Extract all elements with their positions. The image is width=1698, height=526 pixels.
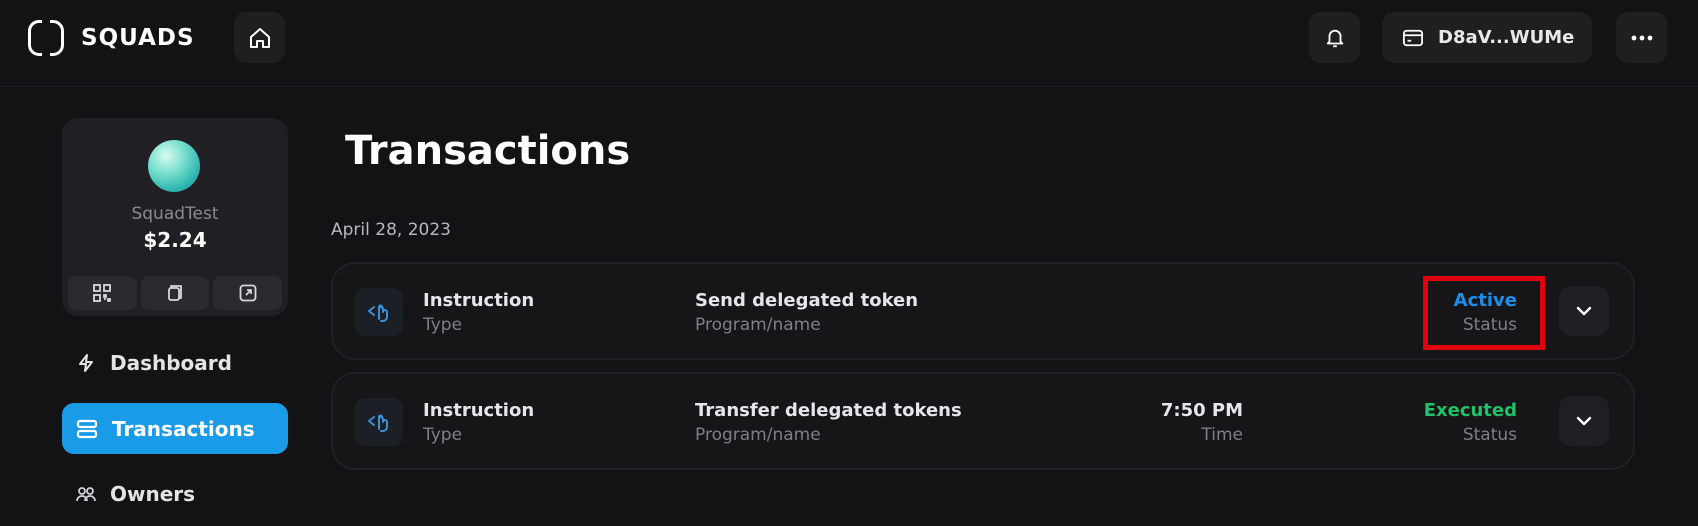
- more-options-button[interactable]: [1616, 12, 1667, 63]
- program-value: Send delegated token: [695, 290, 919, 311]
- time-value: 7:50 PM: [1160, 400, 1243, 421]
- qr-code-icon: [93, 284, 112, 302]
- sidebar-item-owners[interactable]: Owners: [62, 468, 288, 519]
- transaction-type: Instruction Type: [423, 400, 534, 448]
- instruction-icon-box: [355, 288, 403, 336]
- instruction-icon-box: [355, 398, 403, 446]
- transaction-status: Active Status: [1373, 290, 1517, 338]
- program-value: Transfer delegated tokens: [695, 400, 962, 421]
- sidebar-item-transactions[interactable]: Transactions: [62, 403, 288, 454]
- home-icon: [249, 27, 270, 48]
- type-value: Instruction: [423, 290, 535, 311]
- chevron-down-icon: [1576, 306, 1592, 316]
- status-value: Executed: [1423, 400, 1517, 421]
- time-label: Time: [1201, 425, 1243, 445]
- status-value: Active: [1453, 290, 1517, 311]
- expand-button[interactable]: [1559, 396, 1609, 446]
- transaction-program: Transfer delegated tokens Program/name: [695, 400, 962, 448]
- squad-avatar: [148, 140, 200, 192]
- bell-icon: [1326, 29, 1343, 47]
- status-label: Status: [1462, 315, 1517, 335]
- qr-code-button[interactable]: [68, 276, 137, 310]
- squads-logo-icon: [28, 20, 64, 56]
- external-link-button[interactable]: [213, 276, 283, 310]
- transaction-time: 7:50 PM Time: [1113, 400, 1243, 448]
- wallet-address: D8aV...WUMe: [1438, 27, 1575, 48]
- external-link-icon: [239, 284, 257, 302]
- copy-icon: [168, 285, 182, 301]
- wallet-icon: [1403, 29, 1423, 46]
- squad-card: SquadTest $2.24: [62, 118, 288, 316]
- code-hand-icon: [368, 304, 388, 322]
- transaction-type: Instruction Type: [423, 290, 534, 338]
- squad-name: SquadTest: [131, 204, 219, 224]
- type-label: Type: [423, 315, 463, 335]
- program-label: Program/name: [695, 315, 821, 335]
- sidebar-item-dashboard[interactable]: Dashboard: [62, 337, 288, 388]
- users-icon: [76, 486, 96, 501]
- squad-card-actions: [62, 276, 288, 316]
- page-title: Transactions: [345, 128, 631, 174]
- stack-icon: [76, 419, 98, 438]
- expand-button[interactable]: [1559, 286, 1609, 336]
- squads-logo[interactable]: SQUADS: [28, 20, 195, 56]
- date-group-label: April 28, 2023: [331, 220, 451, 240]
- more-icon: [1631, 35, 1652, 40]
- copy-button[interactable]: [140, 276, 210, 310]
- transaction-status: Executed Status: [1373, 400, 1517, 448]
- home-button[interactable]: [234, 12, 285, 63]
- wallet-button[interactable]: D8aV...WUMe: [1382, 12, 1592, 63]
- sidebar-item-label: Dashboard: [110, 350, 232, 375]
- chevron-down-icon: [1576, 416, 1592, 426]
- type-value: Instruction: [423, 400, 535, 421]
- type-label: Type: [423, 425, 463, 445]
- transaction-row[interactable]: Instruction Type Send delegated token Pr…: [331, 262, 1635, 360]
- notifications-button[interactable]: [1309, 12, 1360, 63]
- top-bar: SQUADS D8aV...WUMe: [0, 0, 1698, 87]
- status-label: Status: [1462, 425, 1517, 445]
- logo-text: SQUADS: [81, 25, 195, 51]
- sidebar-item-label: Transactions: [112, 416, 255, 441]
- transaction-row[interactable]: Instruction Type Transfer delegated toke…: [331, 372, 1635, 470]
- transaction-program: Send delegated token Program/name: [695, 290, 918, 338]
- sidebar-item-label: Owners: [110, 481, 196, 506]
- lightning-icon: [79, 353, 93, 372]
- program-label: Program/name: [695, 425, 821, 445]
- code-hand-icon: [368, 414, 388, 432]
- squad-balance: $2.24: [143, 228, 207, 252]
